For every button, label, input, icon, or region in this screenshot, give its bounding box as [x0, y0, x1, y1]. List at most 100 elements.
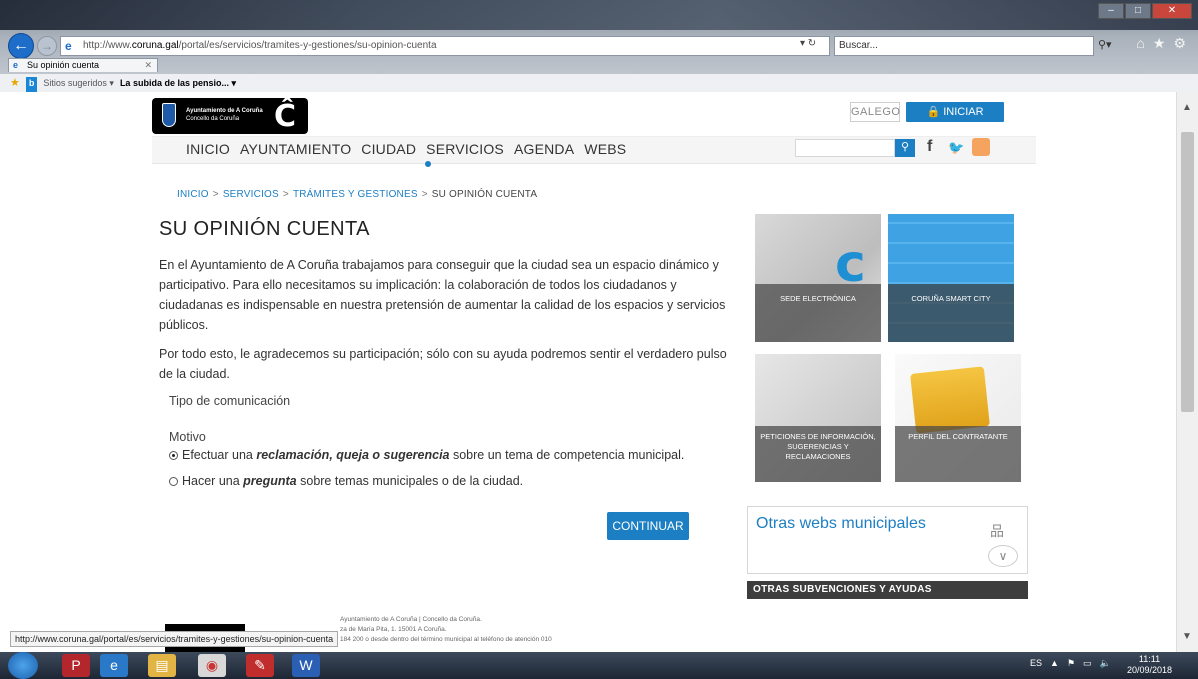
clock-date: 20/09/2018: [1127, 665, 1173, 675]
gear-icon[interactable]: ⚙: [1173, 35, 1186, 52]
nav-item-ciudad[interactable]: CIUDAD: [361, 141, 416, 157]
breadcrumb-tramites[interactable]: TRÁMITES Y GESTIONES: [293, 189, 418, 200]
tile-perfil-contratante[interactable]: PERFIL DEL CONTRATANTE: [895, 354, 1021, 482]
login-button[interactable]: 🔒 INICIAR SESIÓN: [906, 102, 1004, 138]
continue-button[interactable]: CONTINUAR: [607, 512, 689, 540]
ie-taskbar-icon[interactable]: e: [100, 654, 128, 677]
search-icon[interactable]: ⚲▾: [1098, 38, 1112, 51]
option1-post: sobre un tema de competencia municipal.: [449, 448, 685, 462]
radio-pregunta[interactable]: [169, 476, 178, 486]
browser-toolbar-icons: ⌂ ★ ⚙: [1136, 35, 1186, 52]
radio-reclamacion[interactable]: [169, 450, 178, 460]
url-path: /portal/es/servicios/tramites-y-gestione…: [178, 40, 437, 51]
vertical-scrollbar[interactable]: ▲ ▼: [1176, 92, 1198, 652]
browser-tab[interactable]: e Su opinión cuenta ✕: [8, 58, 158, 72]
option2-pre: Hacer una: [182, 474, 244, 488]
coruna-c-icon: Ĉ: [274, 99, 297, 134]
window-controls: – □ ✕: [1098, 3, 1192, 19]
address-bar[interactable]: e http://www.coruna.gal/portal/es/servic…: [60, 36, 830, 56]
nav-items: INICIO AYUNTAMIENTO CIUDAD SERVICIOS AGE…: [186, 141, 626, 157]
nav-item-servicios[interactable]: SERVICIOS: [426, 141, 504, 157]
close-tab-icon[interactable]: ✕: [144, 59, 152, 71]
logo[interactable]: Ayuntamiento de A Coruña Concello da Cor…: [152, 98, 308, 134]
network-icon[interactable]: ▭: [1083, 658, 1092, 669]
browser-search-input[interactable]: Buscar...: [834, 36, 1094, 56]
browser-chrome: – □ ✕ ← → e http://www.coruna.gal/portal…: [0, 0, 1198, 92]
tray-arrow-icon[interactable]: ▲: [1050, 658, 1059, 669]
option-pregunta[interactable]: Hacer una pregunta sobre temas municipal…: [169, 474, 523, 488]
fav-link[interactable]: La subida de las pensio... ▾: [120, 74, 236, 92]
suggested-sites-link[interactable]: Sitios sugeridos ▾: [43, 74, 114, 92]
tile-caption-perfil: PERFIL DEL CONTRATANTE: [895, 426, 1021, 482]
language-button[interactable]: GALEGO: [850, 102, 900, 122]
home-icon[interactable]: ⌂: [1136, 35, 1144, 52]
motivo-label: Motivo: [169, 430, 206, 444]
thanks-paragraph: Por todo esto, le agradecemos su partici…: [159, 347, 727, 381]
ie-tab-icon: e: [13, 60, 19, 70]
lang-indicator[interactable]: ES: [1030, 658, 1042, 669]
tile-sede-electronica[interactable]: c SEDE ELECTRÓNICA: [755, 214, 881, 342]
option1-text: Efectuar una reclamación, queja o sugere…: [182, 448, 684, 462]
option1-pre: Efectuar una: [182, 448, 257, 462]
word-taskbar-icon[interactable]: W: [292, 654, 320, 677]
sitemap-icon: 品: [990, 523, 1004, 539]
pdf-editor-icon[interactable]: ✎: [246, 654, 274, 677]
chevron-down-icon[interactable]: ∨: [988, 545, 1018, 567]
social-extra-icon[interactable]: [972, 138, 990, 156]
logo-line1: Ayuntamiento de A Coruña: [186, 108, 263, 114]
footer-line1: Ayuntamiento de A Coruña | Concello da C…: [340, 616, 482, 623]
folder-icon: [910, 366, 990, 434]
facebook-icon[interactable]: f: [927, 138, 932, 156]
breadcrumb-current: SU OPINIÓN CUENTA: [431, 189, 538, 200]
nav-item-inicio[interactable]: INICIO: [186, 141, 230, 157]
active-nav-indicator: [425, 161, 431, 167]
forward-button[interactable]: →: [37, 36, 57, 56]
pdf-app-icon[interactable]: P: [62, 654, 90, 677]
option-reclamacion[interactable]: Efectuar una reclamación, queja o sugere…: [169, 448, 684, 462]
scroll-down-icon[interactable]: ▼: [1182, 631, 1192, 642]
breadcrumb-sep: >: [212, 189, 219, 200]
nav-item-ayuntamiento[interactable]: AYUNTAMIENTO: [240, 141, 351, 157]
favorites-star-icon[interactable]: ★: [1153, 35, 1166, 52]
footer-address: Ayuntamiento de A Coruña | Concello da C…: [340, 615, 552, 645]
start-button[interactable]: [8, 652, 38, 679]
site-search-input[interactable]: [795, 139, 895, 157]
scroll-up-icon[interactable]: ▲: [1182, 102, 1192, 113]
breadcrumb-sep: >: [421, 189, 428, 200]
footer-line3: 184 200 o desde dentro del término munic…: [340, 636, 552, 643]
twitter-icon[interactable]: 🐦: [948, 140, 964, 156]
breadcrumb-servicios[interactable]: SERVICIOS: [223, 189, 279, 200]
window-title-strip: [0, 0, 1198, 30]
minimize-button[interactable]: –: [1098, 3, 1124, 19]
nav-item-webs[interactable]: WEBS: [584, 141, 626, 157]
otras-webs-box[interactable]: Otras webs municipales 品 ∨: [747, 506, 1028, 574]
chrome-taskbar-icon[interactable]: ◉: [198, 654, 226, 677]
breadcrumb-inicio[interactable]: INICIO: [177, 189, 209, 200]
footer-line2: za de María Pita, 1. 15001 A Coruña.: [340, 626, 447, 633]
tile-caption-smart: CORUÑA SMART CITY: [888, 284, 1014, 342]
clock[interactable]: 11:11 20/09/2018: [1127, 654, 1172, 676]
intro-paragraph: En el Ayuntamiento de A Coruña trabajamo…: [159, 258, 726, 332]
status-bar-url: http://www.coruna.gal/portal/es/servicio…: [10, 631, 339, 647]
flag-icon[interactable]: ⚑: [1067, 658, 1075, 669]
volume-icon[interactable]: 🔈: [1100, 658, 1111, 669]
ie-icon: e: [65, 39, 72, 53]
favorites-icon[interactable]: ★: [10, 74, 20, 92]
login-label: INICIAR SESIÓN: [934, 106, 984, 138]
subvenciones-link[interactable]: OTRAS SUBVENCIONES Y AYUDAS: [747, 581, 1028, 599]
logo-line2: Concello da Coruña: [186, 116, 240, 122]
page-content: Ayuntamiento de A Coruña Concello da Cor…: [0, 92, 1176, 652]
refresh-icon[interactable]: ▾ ↻: [800, 38, 816, 49]
maximize-button[interactable]: □: [1125, 3, 1151, 19]
back-button[interactable]: ←: [8, 33, 34, 59]
close-window-button[interactable]: ✕: [1152, 3, 1192, 19]
nav-item-agenda[interactable]: AGENDA: [514, 141, 574, 157]
tile-peticiones[interactable]: PETICIONES DE INFORMACIÓN, SUGERENCIAS Y…: [755, 354, 881, 482]
scroll-thumb[interactable]: [1181, 132, 1194, 412]
main-nav: INICIO AYUNTAMIENTO CIUDAD SERVICIOS AGE…: [152, 136, 1036, 167]
tile-smart-city[interactable]: CORUÑA SMART CITY: [888, 214, 1014, 342]
option2-text: Hacer una pregunta sobre temas municipal…: [182, 474, 523, 488]
taskbar: P e ▤ ◉ ✎ W ES ▲ ⚑ ▭ 🔈 11:11 20/09/2018: [0, 652, 1198, 679]
folder-taskbar-icon[interactable]: ▤: [148, 654, 176, 677]
site-search-button[interactable]: ⚲: [895, 139, 915, 157]
